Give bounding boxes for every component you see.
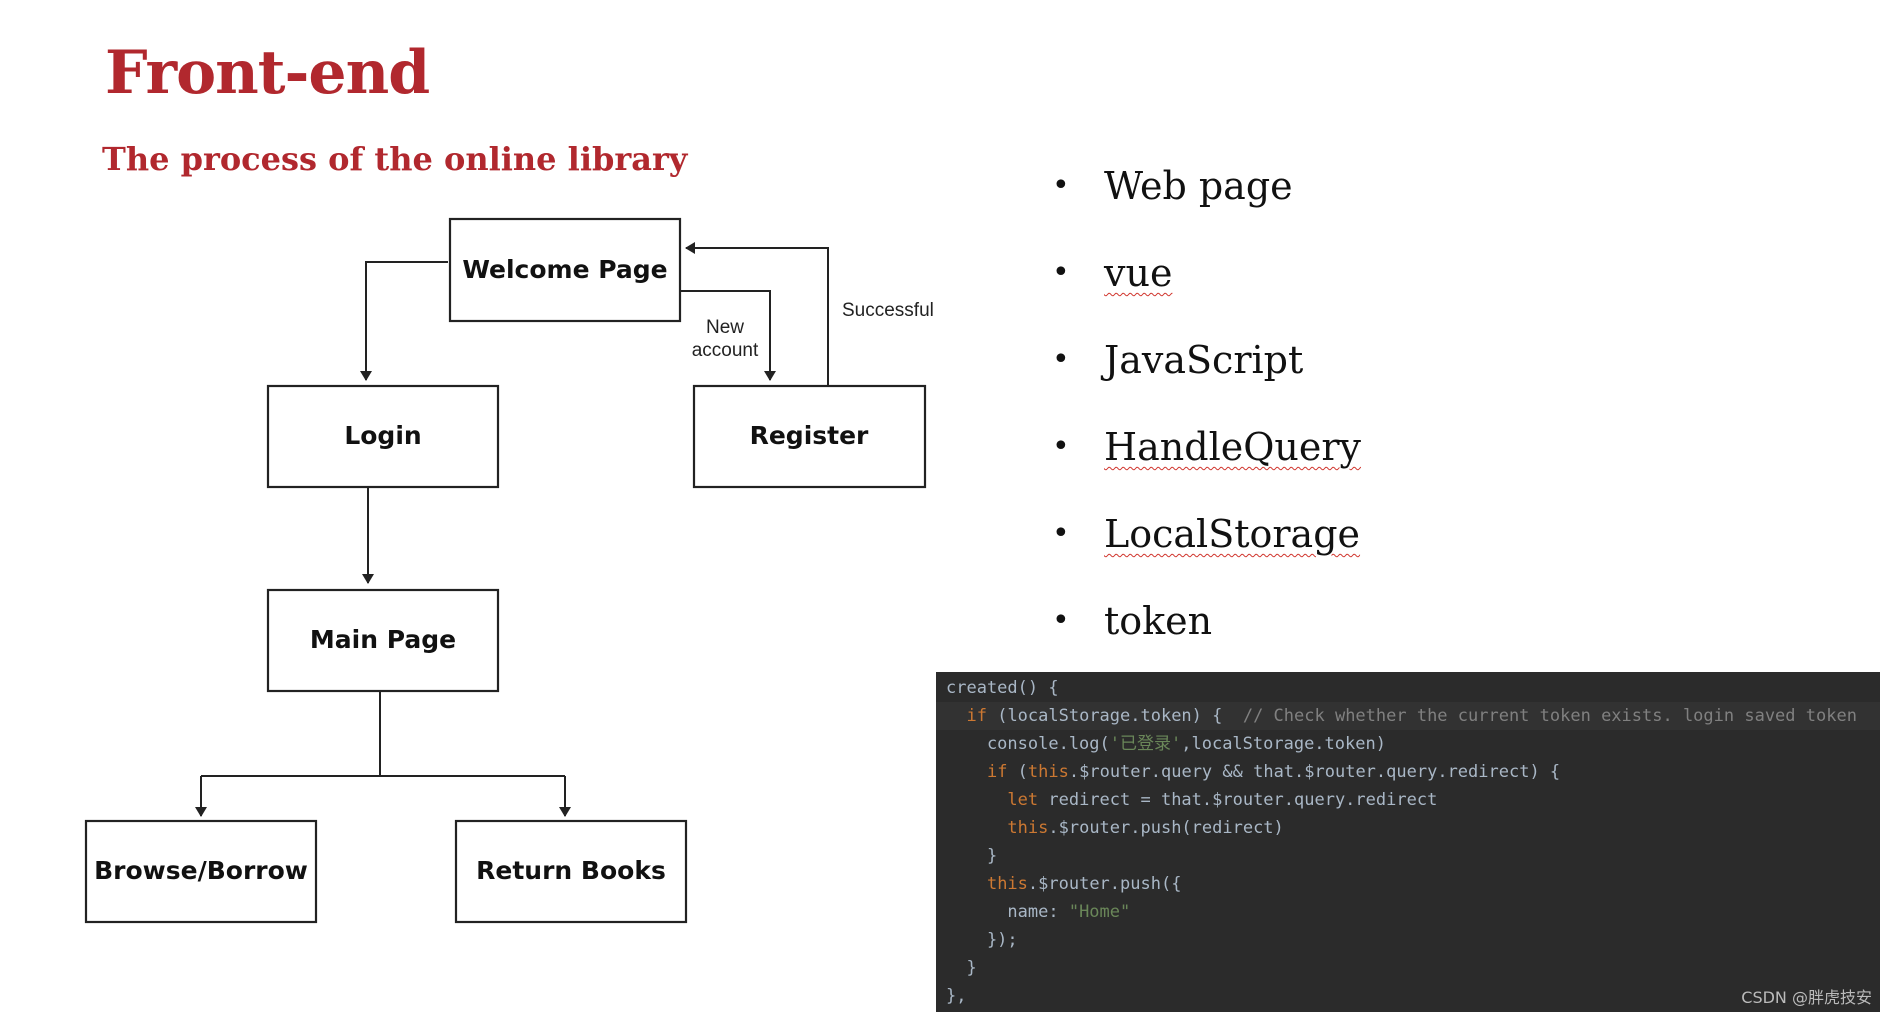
code-line: }, xyxy=(946,986,967,1006)
bullet-item: • token xyxy=(1040,593,1361,680)
code-line: created() { xyxy=(946,678,1059,698)
code-line: name: "Home" xyxy=(946,902,1131,922)
code-line: } xyxy=(946,958,977,978)
code-screenshot: created() { if (localStorage.token) { //… xyxy=(936,672,1880,1012)
code-lines: created() { if (localStorage.token) { //… xyxy=(936,674,1880,1010)
flowchart-diagram: Welcome Page Login Register Main Page Br… xyxy=(84,217,934,924)
node-welcome-page: Welcome Page xyxy=(448,217,682,323)
bullet-dot-icon: • xyxy=(1052,342,1070,377)
bullet-text: LocalStorage xyxy=(1104,512,1361,556)
node-welcome-page-label: Welcome Page xyxy=(462,255,667,284)
bullet-text: vue xyxy=(1104,251,1173,295)
node-login-label: Login xyxy=(344,421,421,450)
node-login: Login xyxy=(266,384,500,489)
bullet-text: HandleQuery xyxy=(1104,425,1361,469)
code-line: this.$router.push(redirect) xyxy=(1007,818,1284,838)
tech-bullet-list: • Web page • vue • JavaScript • HandleQuery … xyxy=(1040,158,1361,680)
bullet-item: • JavaScript xyxy=(1040,332,1361,419)
node-return-books: Return Books xyxy=(454,819,688,924)
bullet-item: • LocalStorage xyxy=(1040,506,1361,593)
node-browse-borrow: Browse/Borrow xyxy=(84,819,318,924)
bullet-text: token xyxy=(1104,599,1213,643)
bullet-dot-icon: • xyxy=(1052,603,1070,638)
edge-welcome-to-login xyxy=(360,261,448,381)
edge-label-account: account xyxy=(692,340,759,361)
bullet-text: JavaScript xyxy=(1104,338,1304,382)
code-line: console.log('已登录',localStorage.token) xyxy=(946,734,1386,754)
node-register-label: Register xyxy=(750,421,869,450)
bullet-item: • vue xyxy=(1040,245,1361,332)
code-line: }); xyxy=(946,930,1018,950)
node-main-page: Main Page xyxy=(266,588,500,693)
bullet-dot-icon: • xyxy=(1052,255,1070,290)
bullet-text: Web page xyxy=(1104,164,1293,208)
bullet-item: • Web page xyxy=(1040,158,1361,245)
code-line: this.$router.push({ xyxy=(986,874,1182,894)
node-main-page-label: Main Page xyxy=(310,625,456,654)
edge-label-new: New xyxy=(706,317,744,338)
watermark: CSDN @胖虎技安 xyxy=(1741,988,1872,1007)
node-register: Register xyxy=(692,384,927,489)
code-line: if (localStorage.token) { // Check wheth… xyxy=(936,702,1880,730)
node-return-books-label: Return Books xyxy=(476,856,666,885)
bullet-dot-icon: • xyxy=(1052,516,1070,551)
code-line: } xyxy=(946,846,998,866)
node-browse-borrow-label: Browse/Borrow xyxy=(94,856,308,885)
code-line: let redirect = that.$router.query.redire… xyxy=(1007,790,1438,810)
code-line: if (this.$router.query && that.$router.q… xyxy=(986,762,1561,782)
bullet-dot-icon: • xyxy=(1052,429,1070,464)
bullet-item: • HandleQuery xyxy=(1040,419,1361,506)
bullet-dot-icon: • xyxy=(1052,168,1070,203)
edge-label-successful: Successful xyxy=(842,300,934,321)
